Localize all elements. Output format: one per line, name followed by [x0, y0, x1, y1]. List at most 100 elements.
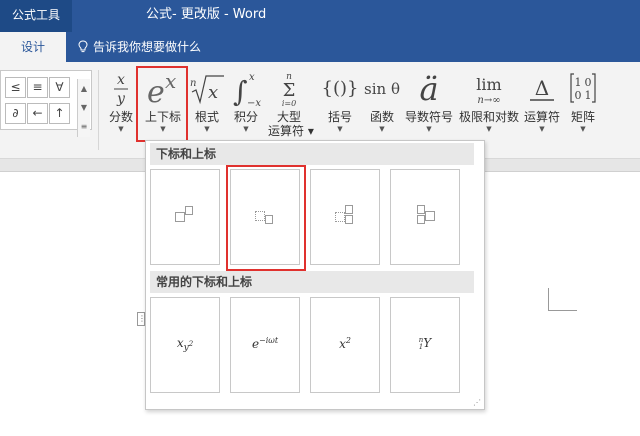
common-x-sub-y-squared[interactable]: xy2: [150, 297, 220, 393]
svg-text:n→∞: n→∞: [477, 95, 500, 106]
script-box: [185, 206, 193, 215]
svg-text:x: x: [208, 82, 218, 103]
chevron-down-icon: ▼: [379, 125, 385, 133]
ribbon-separator: [98, 70, 99, 150]
caption: x2: [339, 336, 351, 351]
base-box: [335, 212, 345, 222]
left-sub-box: [417, 215, 425, 224]
fraction-button[interactable]: x y 分数 ▼: [106, 68, 136, 150]
svg-text:Δ: Δ: [535, 76, 549, 100]
delta-icon: Δ: [522, 68, 562, 110]
integral-label: 积分: [233, 110, 258, 124]
svg-text:Σ: Σ: [283, 80, 296, 101]
equation-anchor-handle[interactable]: ⋮: [137, 312, 146, 326]
svg-text:1: 1: [575, 76, 582, 89]
template-left-sub-superscript[interactable]: [390, 169, 460, 265]
function-icon: sin θ: [364, 80, 400, 98]
fraction-icon: x y: [106, 68, 136, 110]
limit-icon: lim n→∞: [458, 68, 520, 110]
sup-box: [345, 205, 353, 214]
title-bar: [0, 0, 640, 32]
symbol-partial[interactable]: ∂: [5, 103, 26, 124]
caption: n 1Y: [418, 335, 432, 351]
caption: xy2: [176, 336, 194, 354]
scroll-down-icon[interactable]: ▼: [78, 98, 90, 117]
equation-tools-context-tab: 公式工具: [0, 0, 72, 32]
svg-text:x: x: [117, 72, 125, 88]
accent-label: 导数符号: [404, 110, 453, 124]
large-operator-label: 大型: [276, 110, 301, 124]
bracket-button[interactable]: {()} 括号 ▼: [320, 68, 360, 150]
svg-text:∫: ∫: [233, 75, 248, 108]
sigma-icon: n Σ i=0: [268, 68, 310, 110]
svg-text:1: 1: [585, 89, 592, 102]
document-title: 公式- 更改版 - Word: [146, 7, 267, 22]
symbol-gallery-scroll[interactable]: ▲ ▼ ≡: [77, 79, 90, 137]
section-header-common-scripts: 常用的下标和上标: [150, 271, 474, 293]
base-box: [175, 212, 185, 222]
matrix-button[interactable]: 1 0 0 1 矩阵 ▼: [566, 68, 600, 150]
svg-text:n: n: [190, 78, 196, 89]
chevron-down-icon: ▼: [243, 125, 249, 133]
svg-text:i=0: i=0: [282, 99, 296, 108]
sub-box: [345, 215, 353, 224]
expand-icon[interactable]: ≡: [78, 117, 90, 136]
operator-label: 运算符: [523, 110, 560, 124]
radical-label: 根式: [194, 110, 219, 124]
symbol-gallery: ≤ ≡ ∀ ∂ ← ↑ ▲ ▼ ≡: [0, 70, 92, 137]
chevron-down-icon: ▼: [118, 125, 124, 133]
common-left-scripted-y[interactable]: n 1Y: [390, 297, 460, 393]
resize-grip-icon[interactable]: ⋰: [473, 398, 481, 407]
tell-me-text: 告诉我你想要做什么: [93, 40, 202, 54]
page-corner-mark: [548, 288, 577, 311]
limit-log-button[interactable]: lim n→∞ 极限和对数 ▼: [458, 68, 520, 150]
base-box: [425, 211, 435, 221]
caption: e−iωt: [251, 336, 279, 351]
tab-design[interactable]: 设计: [0, 32, 66, 62]
integral-icon: ∫ x −x: [228, 68, 264, 110]
svg-text:0: 0: [585, 76, 592, 89]
svg-text:−x: −x: [247, 98, 261, 108]
accent-icon: ä: [419, 70, 439, 108]
symbol-left-arrow[interactable]: ←: [27, 103, 48, 124]
matrix-icon: 1 0 0 1: [566, 68, 600, 110]
common-e-power[interactable]: e−iωt: [230, 297, 300, 393]
large-operator-button[interactable]: n Σ i=0 大型 运算符 ▾: [268, 68, 314, 150]
integral-button[interactable]: ∫ x −x 积分 ▼: [228, 68, 264, 150]
chevron-down-icon: ▼: [337, 125, 343, 133]
bracket-label: 括号: [327, 110, 352, 124]
symbol-forall[interactable]: ∀: [49, 77, 70, 98]
lightbulb-icon: [78, 40, 88, 53]
script-gallery-dropdown: 下标和上标 常用的下标和上标 xy2 e−iωt x2 n 1Y ⋰: [145, 140, 485, 410]
template-subscript[interactable]: [150, 169, 220, 265]
function-button[interactable]: sin θ 函数 ▼: [362, 68, 402, 150]
template-sub-superscript[interactable]: [310, 169, 380, 265]
operator-button[interactable]: Δ 运算符 ▼: [522, 68, 562, 150]
svg-text:lim: lim: [476, 75, 501, 94]
accent-button[interactable]: ä 导数符号 ▼: [404, 68, 454, 150]
fraction-label: 分数: [108, 110, 133, 124]
symbol-le[interactable]: ≤: [5, 77, 26, 98]
large-operator-label-2: 运算符 ▾: [268, 124, 314, 138]
function-label: 函数: [369, 110, 394, 124]
superscript-tile-highlight: [226, 165, 306, 271]
svg-text:0: 0: [575, 89, 582, 102]
chevron-down-icon: ▼: [204, 125, 210, 133]
chevron-down-icon: ▼: [539, 125, 545, 133]
chevron-down-icon: ▼: [426, 125, 432, 133]
radical-icon: n x: [190, 68, 224, 110]
svg-text:y: y: [116, 91, 126, 107]
chevron-down-icon: ▼: [580, 125, 586, 133]
bracket-icon: {()}: [321, 78, 359, 99]
tell-me-search[interactable]: 告诉我你想要做什么: [78, 32, 201, 62]
section-header-scripts: 下标和上标: [150, 143, 474, 165]
common-x-squared[interactable]: x2: [310, 297, 380, 393]
matrix-label: 矩阵: [570, 110, 595, 124]
symbol-up-arrow[interactable]: ↑: [49, 103, 70, 124]
symbol-equiv[interactable]: ≡: [27, 77, 48, 98]
chevron-down-icon: ▼: [486, 125, 492, 133]
limit-log-label: 极限和对数: [458, 110, 519, 124]
radical-button[interactable]: n x 根式 ▼: [190, 68, 224, 150]
scroll-up-icon[interactable]: ▲: [78, 79, 90, 98]
script-button-highlight: [136, 66, 188, 142]
